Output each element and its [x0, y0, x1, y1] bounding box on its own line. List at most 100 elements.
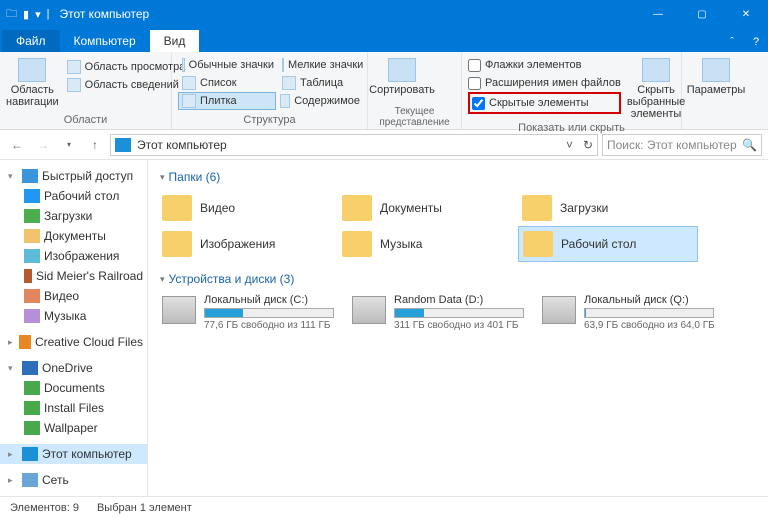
tree-sid[interactable]: Sid Meier's Railroad [0, 266, 147, 286]
folder-downloads[interactable]: Загрузки [518, 190, 698, 226]
address-bar[interactable]: Этот компьютер ˅ ↻ [110, 134, 598, 156]
check-extensions[interactable]: Расширения имен файлов [468, 74, 621, 92]
folder-video[interactable]: Видео [158, 190, 338, 226]
drive-icon [542, 296, 576, 324]
tree-creative-cloud[interactable]: ▸Creative Cloud Files [0, 332, 147, 352]
navbar: ← → ▾ ↑ Этот компьютер ˅ ↻ Поиск: Этот к… [0, 130, 768, 160]
check-hidden-items[interactable]: Скрытые элементы [472, 94, 617, 112]
search-placeholder: Поиск: Этот компьютер [607, 138, 737, 152]
content-area: ▾Папки (6) Видео Документы Загрузки Изоб… [148, 160, 768, 496]
layout-large-icons[interactable]: Обычные значки [178, 56, 278, 74]
search-input[interactable]: Поиск: Этот компьютер 🔍 [602, 134, 762, 156]
tree-od-wallpaper[interactable]: Wallpaper [0, 418, 147, 438]
group-layout: Обычные значки Мелкие значки Список Табл… [172, 52, 368, 129]
drive-icon [352, 296, 386, 324]
qat-sep: | [47, 8, 50, 20]
navigation-pane-button[interactable]: Область навигации [6, 54, 59, 108]
maximize-button[interactable]: ▢ [680, 0, 724, 28]
ribbon-collapse-button[interactable]: ˆ [720, 36, 744, 52]
tree-pictures[interactable]: Изображения [0, 246, 147, 266]
folder-documents[interactable]: Документы [338, 190, 518, 226]
tab-file[interactable]: Файл [2, 30, 60, 52]
minimize-button[interactable]: — [636, 0, 680, 28]
refresh-icon[interactable]: ↻ [583, 138, 593, 152]
drive-name: Локальный диск (Q:) [584, 294, 715, 306]
preview-pane-button[interactable]: Область просмотра [63, 58, 190, 76]
add-columns-button[interactable] [434, 74, 452, 88]
group-current-view: Сортировать Текущее представление [368, 52, 462, 129]
layout-small-icons[interactable]: Мелкие значки [278, 56, 366, 74]
tree-quick-access[interactable]: ▾Быстрый доступ [0, 166, 147, 186]
section-folders[interactable]: ▾Папки (6) [158, 166, 758, 190]
layout-content[interactable]: Содержимое [276, 92, 364, 110]
drive-d[interactable]: Random Data (D:) 311 ГБ свободно из 401 … [348, 292, 538, 333]
group-panes: Область навигации Область просмотра Обла… [0, 52, 172, 129]
drive-usage-bar [584, 308, 714, 318]
quick-access-toolbar: 🗀 ▮ ▾ | [6, 5, 49, 24]
layout-table[interactable]: Таблица [278, 74, 366, 92]
drive-name: Локальный диск (C:) [204, 294, 334, 306]
up-button[interactable]: ↑ [84, 134, 106, 156]
details-pane-button[interactable]: Область сведений [63, 76, 190, 94]
hide-selected-button[interactable]: Скрыть выбранные элементы [627, 54, 685, 120]
close-button[interactable]: ✕ [724, 0, 768, 28]
forward-button[interactable]: → [32, 134, 54, 156]
tree-this-pc[interactable]: ▸Этот компьютер [0, 444, 147, 464]
qat-item[interactable]: ▮ [23, 8, 29, 21]
tree-onedrive[interactable]: ▾OneDrive [0, 358, 147, 378]
section-drives[interactable]: ▾Устройства и диски (3) [158, 268, 758, 292]
qat-dropdown[interactable]: ▾ [35, 8, 41, 21]
layout-tiles[interactable]: Плитка [178, 92, 276, 110]
folder-desktop[interactable]: Рабочий стол [518, 226, 698, 262]
tree-documents[interactable]: Документы [0, 226, 147, 246]
group-label: Структура [178, 112, 361, 129]
options-button[interactable]: Параметры [688, 54, 744, 96]
titlebar: 🗀 ▮ ▾ | Этот компьютер — ▢ ✕ [0, 0, 768, 28]
group-show-hide: Флажки элементов Расширения имен файлов … [462, 52, 682, 129]
status-bar: Элементов: 9 Выбран 1 элемент [0, 496, 768, 518]
group-label [688, 112, 744, 129]
help-button[interactable]: ? [744, 36, 768, 52]
drive-name: Random Data (D:) [394, 294, 524, 306]
group-label: Области [6, 112, 165, 129]
drive-free: 77,6 ГБ свободно из 111 ГБ [204, 320, 334, 331]
address-dropdown-icon[interactable]: ˅ [566, 138, 573, 152]
tree-od-install[interactable]: Install Files [0, 398, 147, 418]
tab-view[interactable]: Вид [150, 30, 200, 52]
tree-network[interactable]: ▸Сеть [0, 470, 147, 490]
group-options: Параметры [682, 52, 750, 129]
highlight-hidden-items: Скрытые элементы [468, 92, 621, 114]
ribbon: Область навигации Область просмотра Обла… [0, 52, 768, 130]
drive-q[interactable]: Локальный диск (Q:) 63,9 ГБ свободно из … [538, 292, 728, 333]
back-button[interactable]: ← [6, 134, 28, 156]
tree-music[interactable]: Музыка [0, 306, 147, 326]
size-columns-button[interactable] [434, 90, 452, 104]
group-label: Текущее представление [374, 104, 455, 131]
sort-button[interactable]: Сортировать [374, 54, 430, 96]
group-by-button[interactable] [434, 58, 452, 72]
folders-grid: Видео Документы Загрузки Изображения Муз… [158, 190, 758, 262]
tree-desktop[interactable]: Рабочий стол [0, 186, 147, 206]
nav-tree[interactable]: ▾Быстрый доступ Рабочий стол Загрузки До… [0, 160, 148, 496]
tree-downloads[interactable]: Загрузки [0, 206, 147, 226]
main-body: ▾Быстрый доступ Рабочий стол Загрузки До… [0, 160, 768, 496]
tree-video[interactable]: Видео [0, 286, 147, 306]
recent-locations-button[interactable]: ▾ [58, 134, 80, 156]
window-title: Этот компьютер [59, 7, 149, 21]
tab-computer[interactable]: Компьютер [60, 30, 150, 52]
breadcrumb[interactable]: Этот компьютер [137, 138, 227, 152]
pc-icon [115, 138, 131, 152]
folder-pictures[interactable]: Изображения [158, 226, 338, 262]
ribbon-tabs: Файл Компьютер Вид ˆ ? [0, 28, 768, 52]
drive-free: 311 ГБ свободно из 401 ГБ [394, 320, 524, 331]
folder-music[interactable]: Музыка [338, 226, 518, 262]
drive-c[interactable]: Локальный диск (C:) 77,6 ГБ свободно из … [158, 292, 348, 333]
status-selection: Выбран 1 элемент [97, 502, 192, 514]
status-count: Элементов: 9 [10, 502, 79, 514]
check-item-flags[interactable]: Флажки элементов [468, 56, 621, 74]
tree-od-documents[interactable]: Documents [0, 378, 147, 398]
drive-icon [162, 296, 196, 324]
search-icon[interactable]: 🔍 [742, 138, 757, 152]
layout-list[interactable]: Список [178, 74, 278, 92]
drive-free: 63,9 ГБ свободно из 64,0 ГБ [584, 320, 715, 331]
